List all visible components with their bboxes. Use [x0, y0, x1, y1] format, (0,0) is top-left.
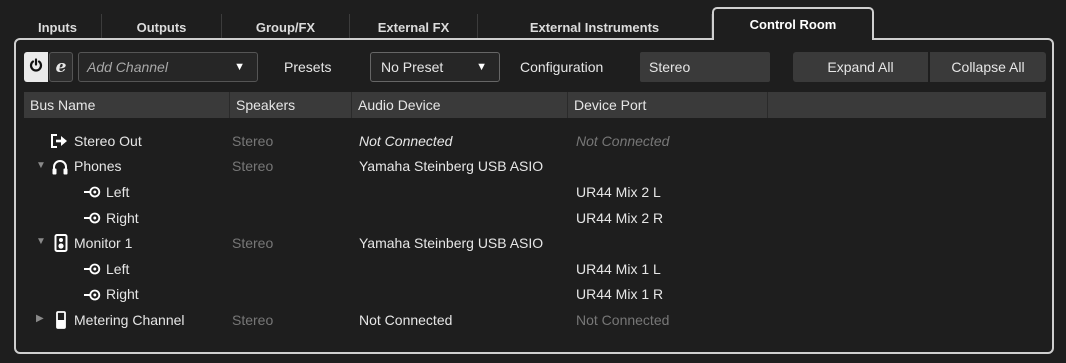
bus-device-port[interactable]: UR44 Mix 1 R [576, 282, 663, 308]
bus-audio-device[interactable]: Not Connected [359, 128, 452, 154]
add-channel-placeholder: Add Channel [87, 59, 168, 75]
tab-control-room[interactable]: Control Room [712, 7, 874, 42]
bus-device-port[interactable]: Not Connected [576, 307, 669, 333]
preset-dropdown[interactable]: No Preset ▼ [370, 52, 500, 82]
column-device-port[interactable]: Device Port [568, 92, 768, 118]
bus-speakers: Stereo [232, 311, 274, 328]
dropdown-arrow-icon: ▼ [476, 61, 487, 73]
column-empty [768, 92, 1046, 118]
bus-device-port[interactable]: UR44 Mix 2 R [576, 205, 663, 231]
bus-audio-device[interactable]: Not Connected [359, 307, 452, 333]
bus-name: Phones [74, 158, 122, 175]
meter-icon [52, 311, 70, 330]
port-connector-icon [84, 286, 102, 304]
tab-strip: Inputs Outputs Group/FX External FX Exte… [14, 7, 1054, 42]
column-bus-name[interactable]: Bus Name [24, 92, 230, 118]
bus-device-port[interactable]: UR44 Mix 1 L [576, 256, 661, 282]
bus-name: Metering Channel [74, 311, 185, 328]
port-connector-icon [84, 183, 102, 201]
bus-speakers: Stereo [232, 235, 274, 252]
tab-group-fx[interactable]: Group/FX [222, 14, 350, 40]
preset-value: No Preset [381, 59, 444, 75]
bus-table: Stereo Out Stereo Not Connected Not Conn… [24, 128, 1046, 333]
expand-all-button[interactable]: Expand All [793, 52, 928, 82]
table-row[interactable]: ▶ Metering Channel Stereo Not Connected … [24, 307, 1046, 333]
table-header: Bus Name Speakers Audio Device Device Po… [24, 92, 1046, 118]
table-row[interactable]: ▼ Monitor 1 Stereo Yamaha Steinberg USB … [24, 230, 1046, 256]
activate-button[interactable] [24, 52, 48, 82]
control-room-panel: e Add Channel ▼ Presets No Preset ▼ Conf… [14, 38, 1054, 354]
tab-outputs[interactable]: Outputs [102, 14, 222, 40]
bus-speakers: Stereo [232, 132, 274, 149]
port-connector-icon [84, 260, 102, 278]
bus-audio-device[interactable]: Yamaha Steinberg USB ASIO [359, 230, 543, 256]
table-row[interactable]: ▼ Phones Stereo Yamaha Steinberg USB ASI… [24, 154, 1046, 180]
configuration-label: Configuration [520, 59, 604, 75]
table-row[interactable]: Left UR44 Mix 1 L [24, 256, 1046, 282]
toolbar: e Add Channel ▼ Presets No Preset ▼ Conf… [24, 52, 1046, 82]
table-row[interactable]: Left UR44 Mix 2 L [24, 179, 1046, 205]
tab-external-instruments[interactable]: External Instruments [478, 14, 712, 40]
bus-audio-device[interactable]: Yamaha Steinberg USB ASIO [359, 154, 543, 180]
collapse-chevron-icon[interactable]: ▼ [36, 160, 46, 171]
bus-name: Monitor 1 [74, 235, 133, 252]
channel-name: Right [106, 209, 139, 226]
presets-label: Presets [284, 59, 332, 75]
power-icon [29, 57, 43, 77]
table-row[interactable]: Stereo Out Stereo Not Connected Not Conn… [24, 128, 1046, 154]
speaker-icon [52, 234, 70, 253]
column-speakers[interactable]: Speakers [230, 92, 352, 118]
port-connector-icon [84, 209, 102, 227]
bus-device-port[interactable]: UR44 Mix 2 L [576, 179, 661, 205]
expand-chevron-icon[interactable]: ▶ [36, 313, 44, 324]
add-channel-dropdown[interactable]: Add Channel ▼ [78, 52, 258, 82]
bus-speakers: Stereo [232, 158, 274, 175]
table-row[interactable]: Right UR44 Mix 1 R [24, 282, 1046, 308]
configuration-field[interactable]: Stereo [640, 52, 770, 82]
collapse-all-button[interactable]: Collapse All [930, 52, 1046, 82]
table-row[interactable]: Right UR44 Mix 2 R [24, 205, 1046, 231]
edit-channel-button[interactable]: e [49, 52, 73, 82]
channel-name: Left [106, 183, 130, 200]
channel-name: Left [106, 260, 130, 277]
channel-name: Right [106, 286, 139, 303]
bus-device-port[interactable]: Not Connected [576, 128, 669, 154]
headphones-icon [51, 158, 69, 176]
dropdown-arrow-icon: ▼ [234, 61, 245, 73]
collapse-chevron-icon[interactable]: ▼ [36, 236, 46, 247]
tab-inputs[interactable]: Inputs [14, 14, 102, 40]
tab-external-fx[interactable]: External FX [350, 14, 478, 40]
column-audio-device[interactable]: Audio Device [352, 92, 568, 118]
bus-name: Stereo Out [74, 132, 142, 149]
edit-e-icon: e [55, 57, 67, 77]
output-arrow-icon [50, 132, 68, 150]
